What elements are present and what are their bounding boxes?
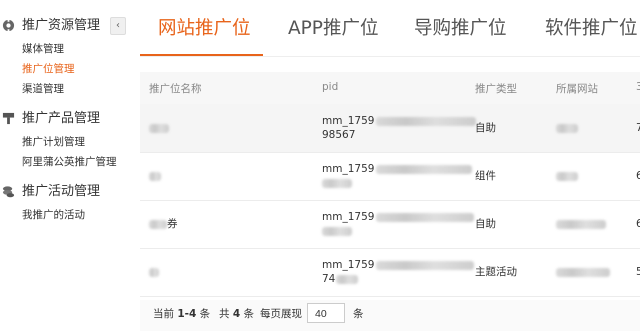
pid-value-suffix: 74 (322, 272, 359, 286)
table-row[interactable]: mm_1759 98567 自助 7 (140, 104, 640, 153)
tab-software-adzone[interactable]: 软件推广位 (545, 16, 638, 42)
tab-app-adzone[interactable]: APP推广位 (288, 16, 378, 42)
pid-value: mm_1759 (322, 210, 475, 224)
pagination-bar: 当前 1-4 条 共 4 条 每页展现 40 条 (140, 300, 640, 331)
tab-divider (140, 56, 640, 57)
adzone-name (149, 169, 161, 183)
sidebar-item-media[interactable]: 媒体管理 (22, 42, 64, 56)
adzone-name (149, 265, 159, 279)
sidebar: ‹ 推广资源管理 媒体管理 推广位管理 渠道管理 推广产品管理 推广计划管理 阿… (0, 0, 127, 331)
pid-value: mm_1759 (322, 162, 473, 176)
sidebar-group-title: 推广活动管理 (22, 184, 101, 199)
sidebar-group-header[interactable]: 推广产品管理 (0, 110, 127, 128)
gear-icon (2, 19, 15, 32)
per-page-label: 每页展现 (260, 308, 302, 320)
column-header-site: 所属网站 (556, 83, 598, 95)
sidebar-group-header[interactable]: 推广资源管理 (0, 17, 127, 35)
table-header: 推广位名称 pid 推广类型 所属网站 3 (140, 72, 640, 104)
tab-bar: 网站推广位 APP推广位 导购推广位 软件推广位 (140, 0, 640, 55)
promotion-type: 主题活动 (475, 266, 517, 278)
site-name (556, 169, 578, 183)
pid-value-suffix (322, 224, 352, 238)
sidebar-item-my-activities[interactable]: 我推广的活动 (22, 208, 85, 222)
promotion-type: 自助 (475, 122, 496, 134)
pid-value: mm_1759 (322, 258, 475, 272)
tab-website-adzone[interactable]: 网站推广位 (158, 16, 251, 42)
sidebar-group-title: 推广产品管理 (22, 111, 101, 126)
extra-value: 7 (636, 122, 640, 134)
page-size-input[interactable]: 40 (307, 303, 345, 323)
adzone-name: 券 (149, 217, 178, 231)
pid-value-suffix: 98567 (322, 129, 356, 141)
per-page-unit: 条 (353, 308, 364, 320)
sidebar-group-title: 推广资源管理 (22, 18, 101, 33)
sidebar-group-header[interactable]: 推广活动管理 (0, 183, 127, 201)
column-header-pid: pid (322, 81, 339, 93)
site-name (556, 265, 610, 279)
extra-value: 6 (636, 170, 640, 182)
pagination-total: 共 4 条 (219, 308, 254, 320)
sidebar-item-adzone[interactable]: 推广位管理 (22, 62, 75, 76)
adzone-name (149, 121, 169, 135)
sidebar-item-dandelion[interactable]: 阿里蒲公英推广管理 (22, 155, 117, 169)
sidebar-group-activities: 推广活动管理 (0, 183, 127, 201)
column-header-name: 推广位名称 (149, 83, 202, 95)
pagination-range: 当前 1-4 条 (153, 308, 211, 320)
sidebar-item-plans[interactable]: 推广计划管理 (22, 135, 85, 149)
sidebar-group-resources: 推广资源管理 (0, 17, 127, 35)
promotion-type: 自助 (475, 218, 496, 230)
coins-icon (2, 186, 15, 198)
site-name (556, 121, 578, 135)
column-header-type: 推广类型 (475, 83, 517, 95)
hammer-icon (2, 112, 15, 125)
promotion-type: 组件 (475, 170, 496, 182)
tab-shopping-guide-adzone[interactable]: 导购推广位 (414, 16, 507, 42)
table-row[interactable]: 券 mm_1759 自助 6 (140, 200, 640, 249)
column-header-more: 3 (636, 81, 640, 93)
sidebar-item-channel[interactable]: 渠道管理 (22, 82, 64, 96)
extra-value: 5 (636, 266, 640, 278)
extra-value: 6 (636, 218, 640, 230)
site-name (556, 217, 606, 231)
sidebar-group-products: 推广产品管理 (0, 110, 127, 128)
table-row[interactable]: mm_1759 组件 6 (140, 152, 640, 201)
table-row[interactable]: mm_1759 74 主题活动 5 (140, 248, 640, 297)
pid-value-suffix (322, 176, 352, 190)
pid-value: mm_1759 (322, 114, 477, 128)
